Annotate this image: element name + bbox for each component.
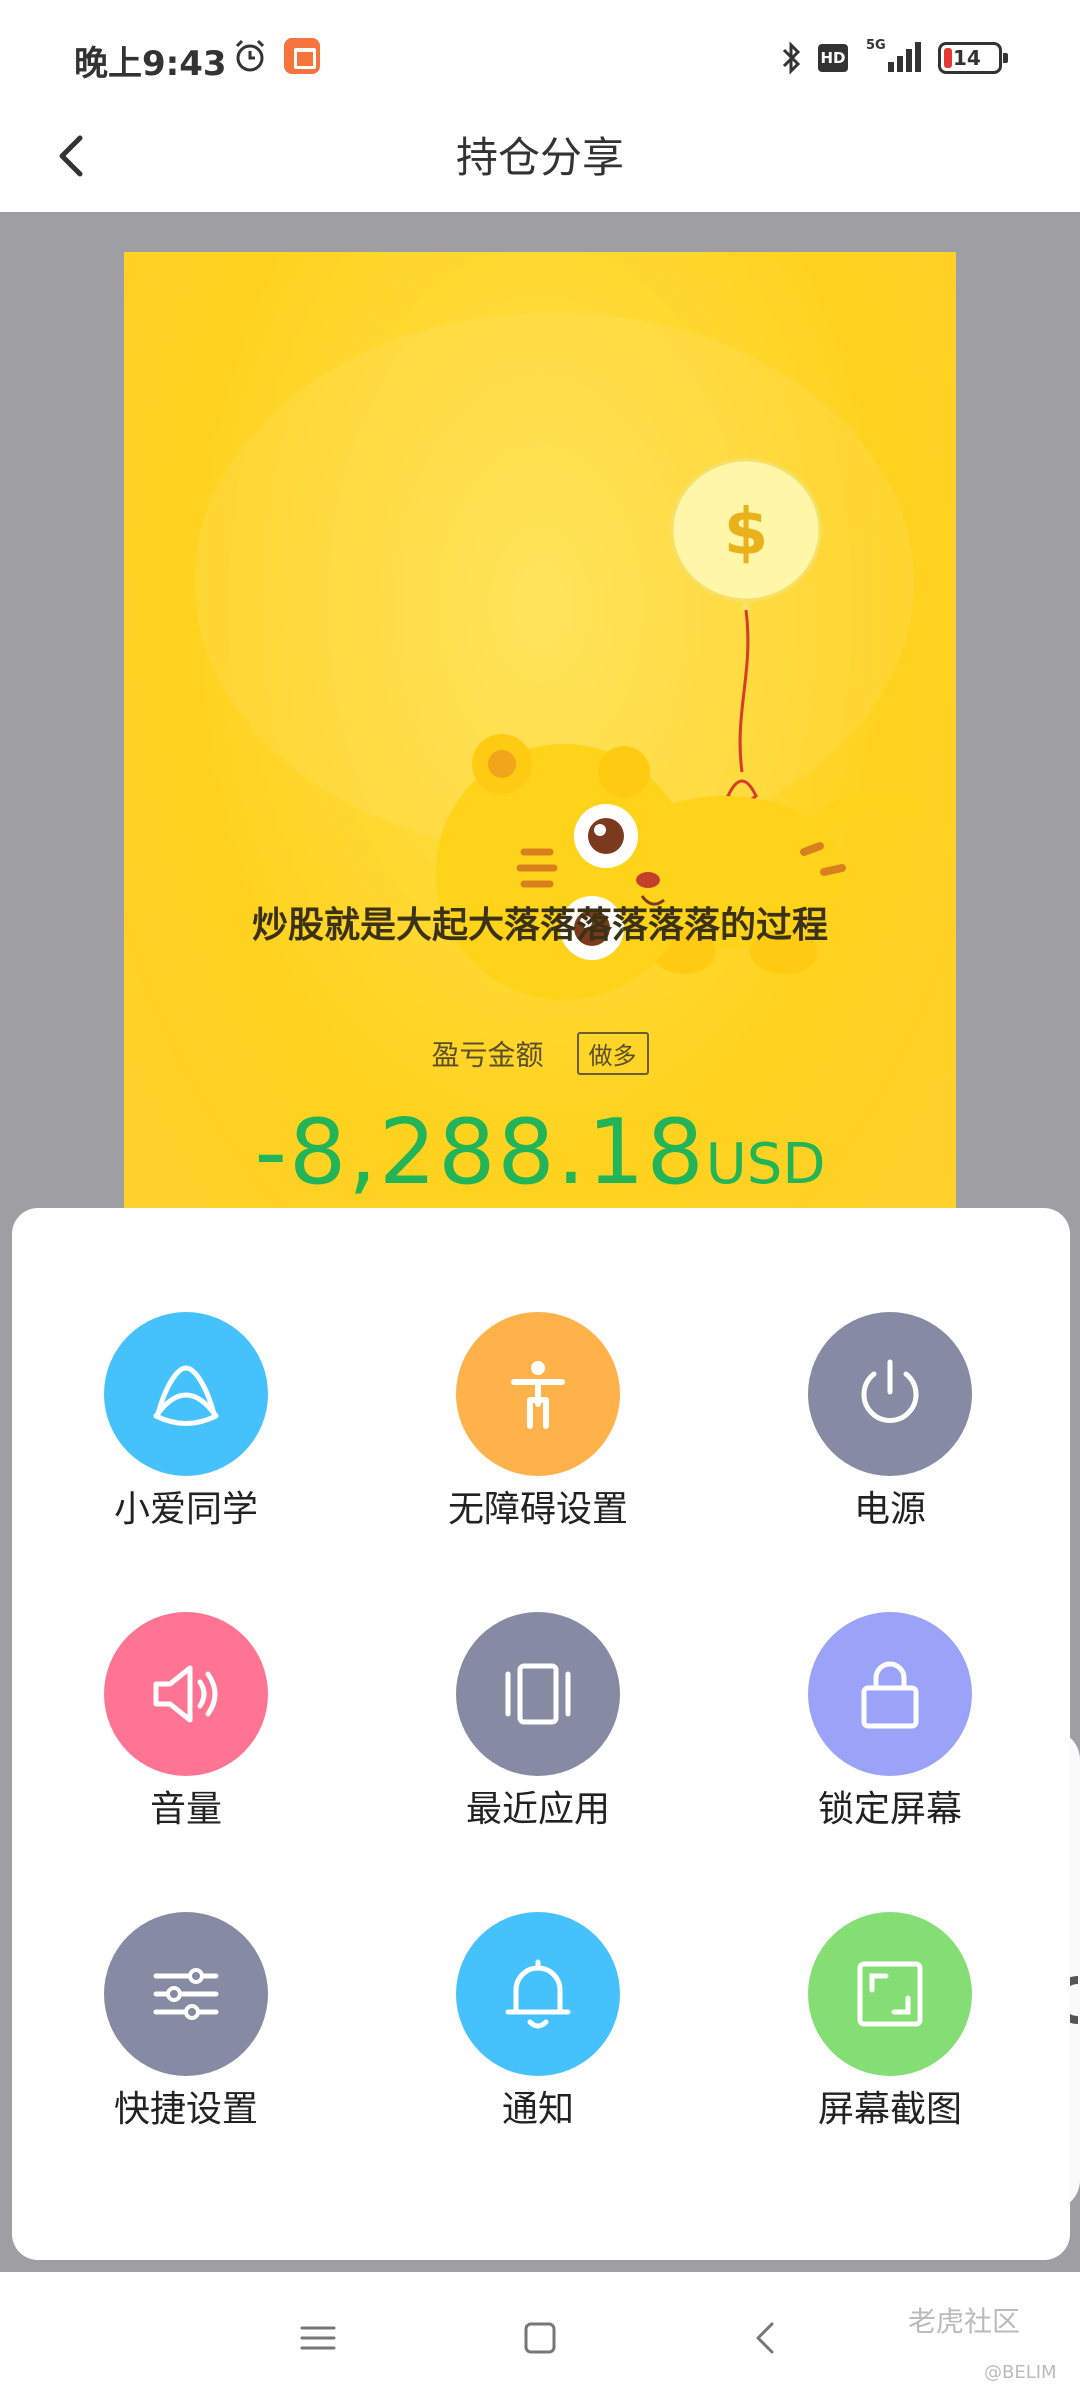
header: 持仓分享	[0, 100, 1080, 212]
back-icon[interactable]	[736, 2308, 796, 2368]
status-bar: 晚上9:43 HD 5G 14	[0, 0, 1080, 100]
tile-volume[interactable]: 音量	[36, 1612, 336, 1852]
xiaoai-icon	[153, 1365, 219, 1426]
recent-apps-icon	[505, 1663, 571, 1725]
svg-text:$: $	[724, 496, 769, 570]
alarm-icon	[235, 39, 265, 72]
pnl-currency: USD	[705, 1132, 826, 1197]
tile-notification[interactable]: 通知	[388, 1912, 688, 2152]
volume-icon	[153, 1665, 218, 1723]
tiger-balloon-illustration: $	[436, 458, 924, 1000]
battery-level: 14	[953, 46, 981, 70]
tile-xiaoai[interactable]: 小爱同学	[36, 1312, 336, 1552]
tile-label: 小爱同学	[113, 1489, 258, 1530]
share-card: $ 炒股就是大起大落落落落落落的过程 盈亏金额 做多 -8,288.18USD	[124, 252, 956, 1262]
bell-icon	[505, 1959, 571, 2029]
tile-label: 音量	[149, 1789, 222, 1830]
power-icon	[861, 1359, 919, 1423]
tile-recent-apps[interactable]: 最近应用	[388, 1612, 688, 1852]
tile-accessibility[interactable]: 无障碍设置	[388, 1312, 688, 1552]
tile-label: 电源	[853, 1489, 926, 1530]
tile-quick-settings[interactable]: 快捷设置	[36, 1912, 336, 2152]
tile-lock-screen[interactable]: 锁定屏幕	[740, 1612, 1040, 1852]
home-icon[interactable]	[510, 2308, 570, 2368]
tile-power[interactable]: 电源	[740, 1312, 1040, 1552]
share-slogan: 炒股就是大起大落落落落落落的过程	[251, 905, 828, 946]
lock-icon	[861, 1661, 919, 1729]
quick-action-panel: 小爱同学 无障碍设置 电源 音量 最近应用 锁定屏幕 快捷设置 通知 屏幕截图	[12, 1208, 1070, 2260]
screenshot-icon	[857, 1961, 923, 2027]
page-title: 持仓分享	[455, 133, 624, 182]
pnl-label: 盈亏金额	[431, 1038, 544, 1072]
sliders-icon	[153, 1968, 219, 2020]
tile-label: 锁定屏幕	[817, 1789, 962, 1830]
bluetooth-icon	[782, 41, 801, 75]
hd-icon: HD	[818, 44, 848, 72]
pnl-row: 盈亏金额 做多	[124, 1032, 956, 1075]
tile-label: 通知	[501, 2089, 574, 2130]
menu-icon[interactable]	[288, 2308, 348, 2368]
pnl-amount: -8,288.18USD	[124, 1100, 956, 1205]
tile-label: 无障碍设置	[447, 1489, 628, 1530]
status-time: 晚上9:43	[74, 44, 227, 84]
pnl-value: -8,288.18	[254, 1100, 706, 1205]
tile-label: 屏幕截图	[817, 2089, 962, 2130]
app-notification-icon	[284, 38, 320, 74]
tile-screenshot[interactable]: 屏幕截图	[740, 1912, 1040, 2152]
watermark: 老虎社区	[908, 2305, 1021, 2338]
navigation-bar: 老虎社区 @BELIM	[0, 2272, 1080, 2400]
tile-label: 最近应用	[465, 1789, 610, 1830]
accessibility-icon	[511, 1361, 565, 1429]
battery-icon: 14	[938, 42, 1008, 74]
position-tag: 做多	[576, 1032, 649, 1075]
signal-icon	[888, 42, 921, 72]
tile-label: 快捷设置	[113, 2089, 258, 2130]
watermark-user: @BELIM	[984, 2362, 1057, 2383]
